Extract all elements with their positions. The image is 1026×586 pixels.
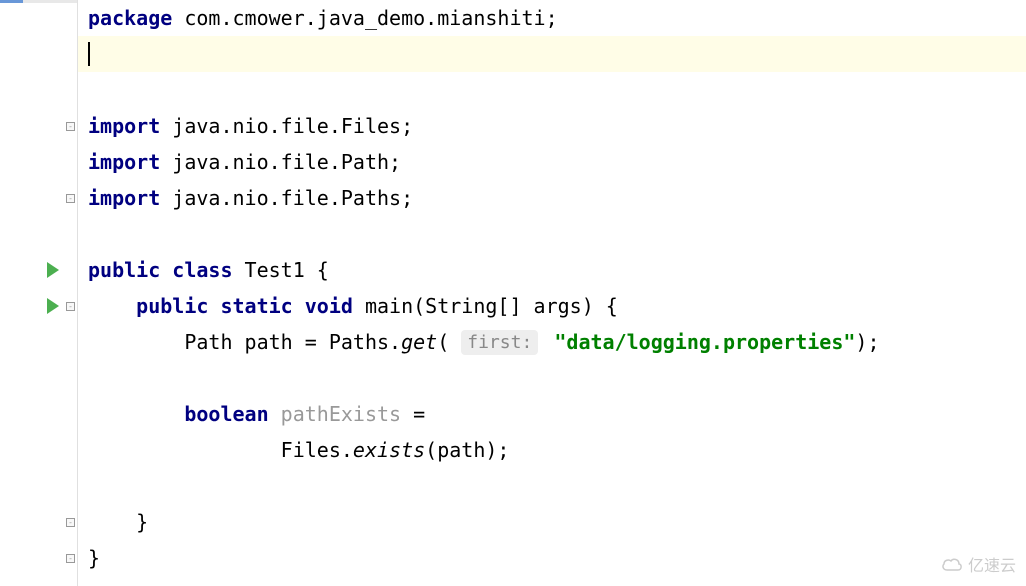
code-line[interactable]: Files.exists(path); — [88, 432, 1026, 468]
run-icon[interactable] — [47, 262, 59, 278]
code-text: = — [401, 402, 425, 426]
gutter-line — [0, 0, 77, 36]
code-line[interactable]: Path path = Paths.get( first: "data/logg… — [88, 324, 1026, 360]
gutter-line — [0, 324, 77, 360]
code-line[interactable] — [88, 360, 1026, 396]
code-text: Test1 { — [233, 258, 329, 282]
gutter-line — [0, 432, 77, 468]
cloud-icon — [941, 556, 963, 572]
unused-variable: pathExists — [269, 402, 401, 426]
indent — [88, 438, 281, 462]
gutter-line — [0, 468, 77, 504]
keyword: import — [88, 186, 160, 210]
gutter-line — [0, 72, 77, 108]
keyword: import — [88, 114, 160, 138]
string-literal: "data/logging.properties" — [554, 330, 855, 354]
gutter-line: - — [0, 540, 77, 576]
code-line[interactable]: import java.nio.file.Paths; — [88, 180, 1026, 216]
code-line[interactable]: } — [88, 504, 1026, 540]
indent — [88, 402, 184, 426]
gutter-line — [0, 396, 77, 432]
fold-icon[interactable]: - — [66, 302, 75, 311]
watermark: 亿速云 — [941, 552, 1016, 576]
gutter-line: - — [0, 504, 77, 540]
code-text: main(String[] args) { — [353, 294, 618, 318]
keyword: package — [88, 6, 172, 30]
code-text: } — [88, 546, 100, 570]
gutter-line — [0, 144, 77, 180]
code-line[interactable]: import java.nio.file.Files; — [88, 108, 1026, 144]
gutter-line — [0, 216, 77, 252]
code-text: ); — [855, 330, 879, 354]
gutter-line — [0, 360, 77, 396]
watermark-text: 亿速云 — [968, 552, 1016, 576]
gutter-line: - — [0, 180, 77, 216]
space — [542, 330, 554, 354]
code-editor[interactable]: package com.cmower.java_demo.mianshiti; … — [78, 0, 1026, 586]
code-text: (path); — [425, 438, 509, 462]
code-text: Files. — [281, 438, 353, 462]
code-text: Path path = Paths. — [184, 330, 401, 354]
code-text: java.nio.file.Paths; — [160, 186, 413, 210]
code-line[interactable]: boolean pathExists = — [88, 396, 1026, 432]
fold-icon[interactable]: - — [66, 554, 75, 563]
code-line[interactable]: package com.cmower.java_demo.mianshiti; — [88, 0, 1026, 36]
code-line[interactable]: import java.nio.file.Path; — [88, 144, 1026, 180]
code-line[interactable] — [88, 216, 1026, 252]
code-line[interactable]: } — [88, 540, 1026, 576]
gutter-line[interactable] — [0, 252, 77, 288]
code-line-active[interactable] — [78, 36, 1026, 72]
keyword: import — [88, 150, 160, 174]
editor-gutter: - - - - - — [0, 0, 78, 586]
run-icon[interactable] — [47, 298, 59, 314]
indent — [88, 330, 184, 354]
code-line[interactable]: public class Test1 { — [88, 252, 1026, 288]
code-line[interactable] — [88, 72, 1026, 108]
method-call: get — [401, 330, 437, 354]
gutter-line — [0, 36, 77, 72]
fold-icon[interactable]: - — [66, 518, 75, 527]
gutter-line: - — [0, 108, 77, 144]
indent — [88, 510, 136, 534]
cursor — [88, 42, 90, 66]
keyword: public class — [88, 258, 233, 282]
parameter-hint: first: — [461, 330, 538, 355]
code-text: java.nio.file.Path; — [160, 150, 401, 174]
code-text: } — [136, 510, 148, 534]
keyword: boolean — [184, 402, 268, 426]
gutter-line[interactable]: - — [0, 288, 77, 324]
fold-icon[interactable]: - — [66, 194, 75, 203]
keyword: public static void — [136, 294, 353, 318]
method-call: exists — [353, 438, 425, 462]
fold-icon[interactable]: - — [66, 122, 75, 131]
code-text: ( — [437, 330, 461, 354]
code-line[interactable]: public static void main(String[] args) { — [88, 288, 1026, 324]
code-text: com.cmower.java_demo.mianshiti; — [172, 6, 557, 30]
code-line[interactable] — [88, 468, 1026, 504]
indent — [88, 294, 136, 318]
code-text: java.nio.file.Files; — [160, 114, 413, 138]
